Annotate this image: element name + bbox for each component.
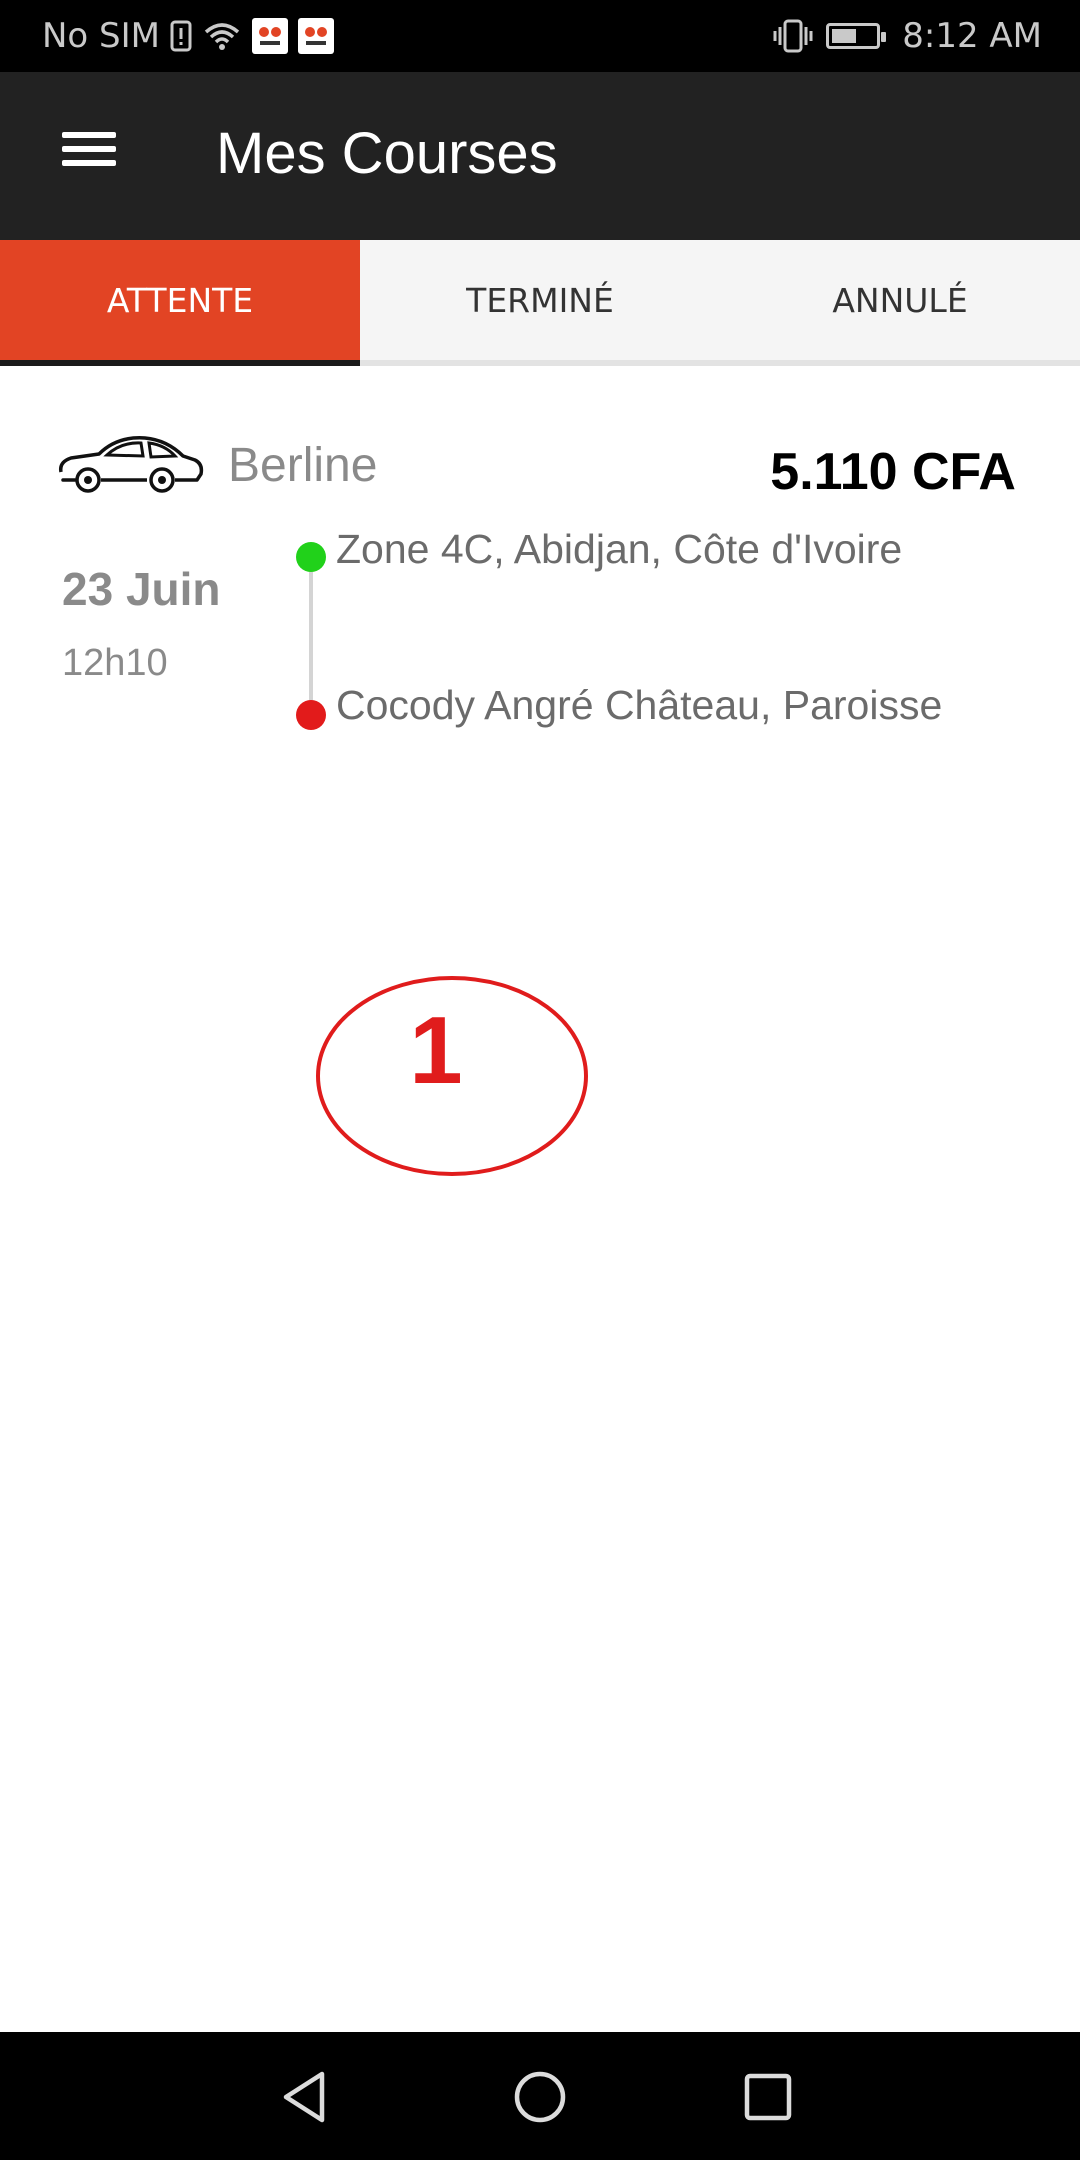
app-bar: Mes Courses [0,72,1080,240]
taxi-app-icon [298,18,334,54]
dropoff-address: Cocody Angré Château, Paroisse [336,682,943,728]
tab-annule[interactable]: ANNULÉ [720,240,1080,360]
ride-status-tabs: ATTENTE TERMINÉ ANNULÉ [0,240,1080,366]
status-bar: No SIM 8:12 AM [0,0,1080,72]
vibrate-icon [773,19,813,53]
taxi-app-icon [252,18,288,54]
annotation-number: 1 [409,997,463,1104]
sim-alert-icon [170,20,192,52]
annotation-marker: 1 [316,976,590,1178]
ride-price: 5.110 CFA [770,443,1016,501]
ride-date: 23 Juin [62,563,221,615]
clock: 8:12 AM [902,16,1042,56]
back-icon[interactable] [272,2062,342,2132]
pickup-address: Zone 4C, Abidjan, Côte d'Ivoire [336,526,903,572]
recent-apps-icon[interactable] [733,2062,803,2132]
tab-attente[interactable]: ATTENTE [0,240,360,366]
dropoff-marker-icon [296,700,326,730]
hamburger-menu-icon[interactable] [62,124,132,184]
navigation-bar [0,2032,1080,2160]
page-title: Mes Courses [216,121,558,186]
battery-icon [826,23,887,49]
tab-termine[interactable]: TERMINÉ [360,240,720,360]
home-icon[interactable] [505,2062,575,2132]
status-bar-right: 8:12 AM [772,16,1042,56]
ride-time: 12h10 [62,642,168,684]
carrier-label: No SIM [42,16,160,56]
vehicle-type: Berline [228,439,378,492]
status-bar-left: No SIM [42,16,334,56]
car-icon [58,436,204,493]
ride-card[interactable]: Berline 5.110 CFA 23 Juin 12h10 Zone 4C,… [0,366,1080,786]
pickup-marker-icon [296,542,326,572]
wifi-icon [204,23,240,50]
route-line [309,556,313,716]
